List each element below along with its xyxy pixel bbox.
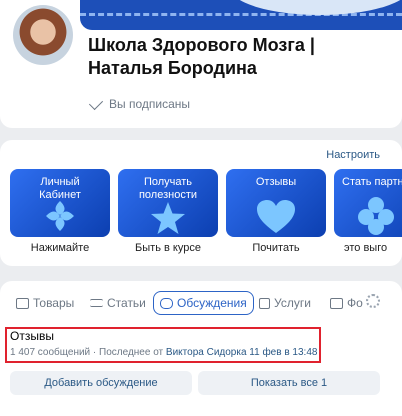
checkbox-icon (259, 297, 270, 309)
article-icon (90, 299, 103, 307)
content-section: Товары Статьи Обсуждения Услуги Фо Отзыв… (0, 281, 402, 416)
setup-link[interactable]: Настроить (326, 149, 380, 161)
card-caption: Нажимайте (30, 242, 90, 254)
plus-petal-icon (46, 201, 74, 231)
card-caption: Быть в курсе (135, 242, 201, 254)
subscribed-status[interactable]: Вы подписаны (88, 95, 190, 111)
card-label: Получать полезности (138, 176, 198, 201)
topic-title[interactable]: Отзывы (10, 329, 54, 343)
chat-bubble-icon (160, 297, 173, 309)
subscribed-label: Вы подписаны (109, 97, 190, 111)
heart-icon (257, 200, 295, 233)
avatar[interactable] (10, 2, 76, 68)
show-all-button[interactable]: Показать все 1 (198, 371, 380, 395)
card-get-useful[interactable]: Получать полезности (118, 169, 218, 237)
card-label: Стать партн (342, 176, 402, 188)
card-reviews[interactable]: Отзывы (226, 169, 326, 237)
tab-photos[interactable]: Фо (330, 291, 363, 315)
tab-products[interactable]: Товары (16, 291, 74, 315)
tab-services[interactable]: Услуги (259, 291, 311, 315)
star-icon (151, 202, 185, 234)
photo-icon (330, 297, 343, 309)
group-title: Школа Здорового Мозга | Наталья Бородина (88, 35, 315, 78)
tab-discussions[interactable]: Обсуждения (153, 291, 254, 315)
card-label: Отзывы (255, 176, 297, 188)
topic-meta: 1 407 сообщений · Последнее от Виктора С… (10, 347, 317, 358)
group-header: Школа Здорового Мозга | Наталья Бородина… (0, 0, 402, 128)
tab-label: Товары (33, 296, 75, 310)
cover-image (80, 0, 402, 30)
add-discussion-button[interactable]: Добавить обсуждение (10, 371, 192, 395)
widget-cards: Настроить Личный Кабинет Нажимайте Получ… (0, 140, 402, 266)
tab-label: Фо (347, 296, 363, 310)
tab-label: Услуги (274, 296, 311, 310)
topic-meta-prefix: 1 407 сообщений · Последнее от (10, 347, 164, 358)
card-caption: это выго (344, 242, 388, 254)
card-personal-cabinet[interactable]: Личный Кабинет (10, 169, 110, 237)
tab-articles[interactable]: Статьи (90, 291, 146, 315)
bag-icon (16, 297, 29, 309)
tabs-bar: Товары Статьи Обсуждения Услуги Фо (0, 291, 402, 317)
tab-label: Статьи (107, 296, 146, 310)
flower-icon (358, 197, 394, 235)
card-become-partner[interactable]: Стать партн (334, 169, 402, 237)
tab-label: Обсуждения (177, 296, 247, 310)
card-caption: Почитать (252, 242, 300, 254)
gear-icon[interactable] (366, 294, 380, 308)
last-author-link[interactable]: Виктора Сидорка 11 фев в 13:48 (166, 347, 318, 358)
checkmark-icon (88, 95, 104, 110)
